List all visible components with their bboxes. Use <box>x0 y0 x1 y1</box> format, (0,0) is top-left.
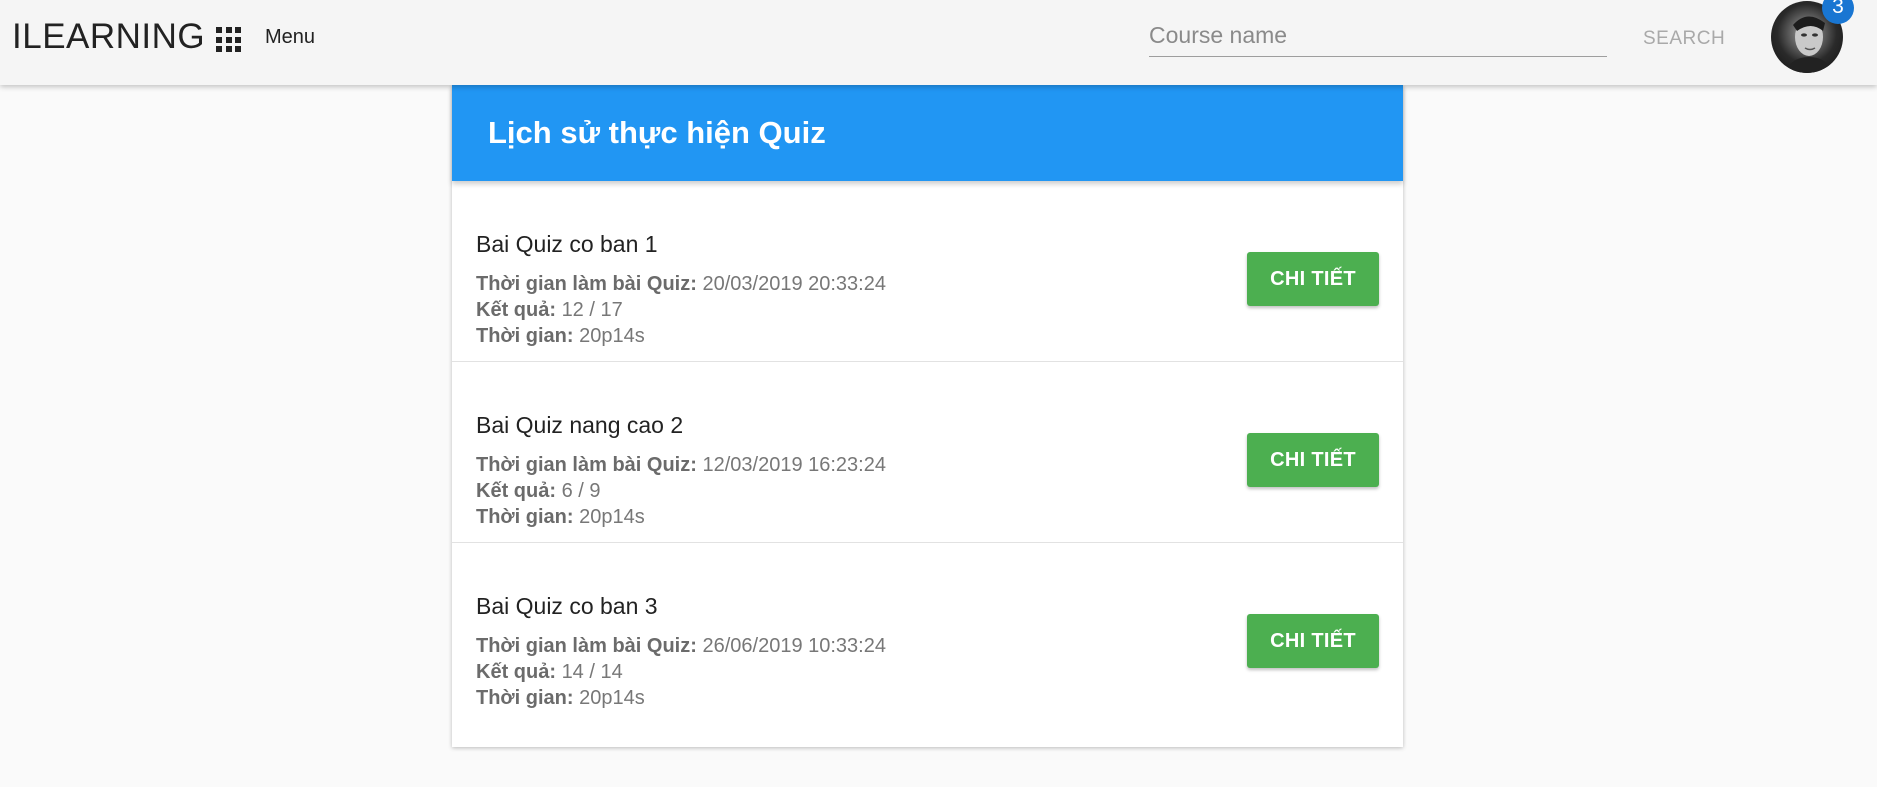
result-label: Kết quả: <box>476 661 556 683</box>
top-app-bar: ILEARNING Menu SEARCH 3 <box>0 0 1877 85</box>
taken-at-label: Thời gian làm bài Quiz: <box>476 273 697 295</box>
quiz-taken-at: Thời gian làm bài Quiz: 12/03/2019 16:23… <box>476 454 886 477</box>
search-button[interactable]: SEARCH <box>1643 28 1725 50</box>
result-value: 6 / 9 <box>561 480 601 502</box>
quiz-history-card: Lịch sử thực hiện Quiz Bai Quiz co ban 1… <box>452 85 1403 747</box>
result-value: 14 / 14 <box>561 661 623 683</box>
result-label: Kết quả: <box>476 299 556 321</box>
taken-at-value: 20/03/2019 20:33:24 <box>702 273 886 295</box>
detail-button[interactable]: CHI TIẾT <box>1247 252 1379 306</box>
detail-button[interactable]: CHI TIẾT <box>1247 614 1379 668</box>
result-value: 12 / 17 <box>561 299 623 321</box>
quiz-list-item: Bai Quiz co ban 3 Thời gian làm bài Quiz… <box>452 543 1403 724</box>
quiz-result: Kết quả: 14 / 14 <box>476 661 623 684</box>
apps-grid-icon[interactable] <box>216 27 241 52</box>
card-header: Lịch sử thực hiện Quiz <box>452 85 1403 181</box>
course-search-input[interactable] <box>1149 14 1607 57</box>
taken-at-value: 12/03/2019 16:23:24 <box>702 454 886 476</box>
duration-value: 20p14s <box>579 506 645 528</box>
detail-button[interactable]: CHI TIẾT <box>1247 433 1379 487</box>
quiz-taken-at: Thời gian làm bài Quiz: 26/06/2019 10:33… <box>476 635 886 658</box>
taken-at-label: Thời gian làm bài Quiz: <box>476 454 697 476</box>
quiz-list-item: Bai Quiz nang cao 2 Thời gian làm bài Qu… <box>452 362 1403 543</box>
duration-label: Thời gian: <box>476 687 574 709</box>
brand-logo[interactable]: ILEARNING <box>12 17 205 57</box>
menu-button[interactable]: Menu <box>265 26 315 49</box>
quiz-name: Bai Quiz co ban 3 <box>476 593 658 619</box>
quiz-taken-at: Thời gian làm bài Quiz: 20/03/2019 20:33… <box>476 273 886 296</box>
page-title: Lịch sử thực hiện Quiz <box>488 115 826 150</box>
quiz-result: Kết quả: 12 / 17 <box>476 299 623 322</box>
quiz-list-item: Bai Quiz co ban 1 Thời gian làm bài Quiz… <box>452 181 1403 362</box>
quiz-duration: Thời gian: 20p14s <box>476 687 645 710</box>
quiz-name: Bai Quiz nang cao 2 <box>476 412 684 438</box>
duration-label: Thời gian: <box>476 506 574 528</box>
quiz-name: Bai Quiz co ban 1 <box>476 231 658 257</box>
duration-value: 20p14s <box>579 687 645 709</box>
duration-value: 20p14s <box>579 325 645 347</box>
quiz-duration: Thời gian: 20p14s <box>476 325 645 348</box>
quiz-duration: Thời gian: 20p14s <box>476 506 645 529</box>
taken-at-label: Thời gian làm bài Quiz: <box>476 635 697 657</box>
duration-label: Thời gian: <box>476 325 574 347</box>
result-label: Kết quả: <box>476 480 556 502</box>
taken-at-value: 26/06/2019 10:33:24 <box>702 635 886 657</box>
quiz-result: Kết quả: 6 / 9 <box>476 480 600 503</box>
